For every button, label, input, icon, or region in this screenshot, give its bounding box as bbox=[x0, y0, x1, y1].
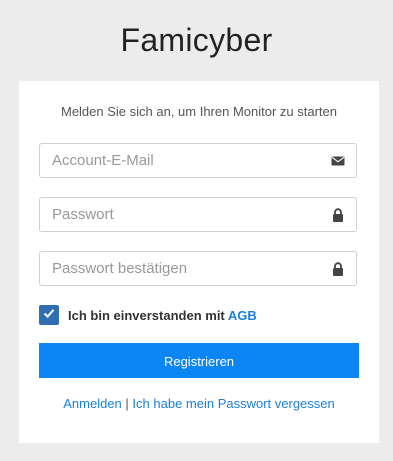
link-separator: | bbox=[125, 396, 129, 411]
registration-card: Melden Sie sich an, um Ihren Monitor zu … bbox=[19, 81, 379, 443]
app-logo-title: Famicyber bbox=[120, 22, 273, 58]
checkmark-icon bbox=[42, 306, 56, 325]
password-confirm-field-wrapper[interactable] bbox=[39, 251, 357, 286]
email-input[interactable] bbox=[52, 144, 322, 177]
register-button[interactable]: Registrieren bbox=[39, 343, 359, 378]
intro-message: Melden Sie sich an, um Ihren Monitor zu … bbox=[60, 104, 338, 119]
password-confirm-input[interactable] bbox=[52, 252, 322, 285]
terms-checkbox[interactable] bbox=[39, 305, 59, 325]
terms-row: Ich bin einverstanden mit AGB bbox=[39, 304, 257, 326]
terms-prefix-text: Ich bin einverstanden mit bbox=[68, 307, 225, 323]
login-link[interactable]: Anmelden bbox=[63, 396, 122, 411]
password-field-wrapper[interactable] bbox=[39, 197, 357, 232]
lock-icon bbox=[331, 208, 345, 222]
lock-icon bbox=[331, 262, 345, 276]
envelope-icon bbox=[331, 154, 345, 168]
terms-label: Ich bin einverstanden mit AGB bbox=[68, 308, 257, 323]
footer-links: Anmelden | Ich habe mein Passwort verges… bbox=[19, 396, 379, 411]
password-input[interactable] bbox=[52, 198, 322, 231]
forgot-password-link[interactable]: Ich habe mein Passwort vergessen bbox=[132, 396, 334, 411]
terms-link[interactable]: AGB bbox=[228, 308, 257, 323]
email-field-wrapper[interactable] bbox=[39, 143, 357, 178]
